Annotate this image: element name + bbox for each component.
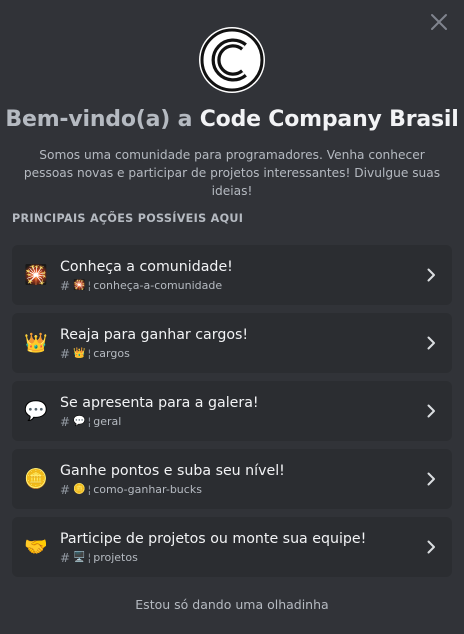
- action-title: Participe de projetos ou monte sua equip…: [60, 530, 367, 547]
- actions-list: 🎇 Conheça a comunidade! # 🎇 ¦ conheça-a-…: [12, 245, 452, 585]
- server-logo-icon: [199, 27, 265, 93]
- channel-name: projetos: [93, 550, 138, 564]
- action-title: Ganhe pontos e suba seu nível!: [60, 462, 285, 479]
- section-label: PRINCIPAIS AÇÕES POSSÍVEIS AQUI: [12, 212, 244, 225]
- channel-emoji: 👑: [73, 347, 86, 359]
- action-item-geral[interactable]: 💬 Se apresenta para a galera! # 💬 ¦ gera…: [12, 381, 452, 441]
- channel-name: cargos: [93, 346, 130, 360]
- channel-separator: ¦: [87, 346, 92, 360]
- channel-name: conheça-a-comunidade: [93, 278, 223, 292]
- hash-icon: #: [60, 414, 71, 429]
- action-item-cargos[interactable]: 👑 Reaja para ganhar cargos! # 👑 ¦ cargos: [12, 313, 452, 373]
- action-emoji: 🤝: [24, 536, 48, 558]
- channel-name: como-ganhar-bucks: [93, 482, 202, 496]
- channel-separator: ¦: [87, 482, 92, 496]
- channel-emoji: 🪙: [73, 483, 86, 495]
- action-item-projetos[interactable]: 🤝 Participe de projetos ou monte sua equ…: [12, 517, 452, 577]
- action-emoji: 🎇: [24, 264, 48, 286]
- chevron-right-icon: [422, 470, 440, 488]
- hash-icon: #: [60, 550, 71, 565]
- action-title: Se apresenta para a galera!: [60, 394, 259, 411]
- action-channel: # 💬 ¦ geral: [60, 415, 414, 429]
- hash-icon: #: [60, 278, 71, 293]
- channel-emoji: 🎇: [73, 279, 86, 291]
- channel-separator: ¦: [87, 550, 92, 564]
- welcome-title: Bem-vindo(a) a Code Company Brasil: [0, 107, 464, 132]
- server-name: Code Company Brasil: [199, 107, 459, 132]
- channel-separator: ¦: [87, 414, 92, 428]
- action-channel: # 🖥️ ¦ projetos: [60, 551, 414, 565]
- action-item-conheca-comunidade[interactable]: 🎇 Conheça a comunidade! # 🎇 ¦ conheça-a-…: [12, 245, 452, 305]
- action-item-ganhar-bucks[interactable]: 🪙 Ganhe pontos e suba seu nível! # 🪙 ¦ c…: [12, 449, 452, 509]
- chevron-right-icon: [422, 334, 440, 352]
- action-title: Reaja para ganhar cargos!: [60, 326, 249, 343]
- action-emoji: 🪙: [24, 468, 48, 490]
- action-emoji: 💬: [24, 400, 48, 422]
- close-icon[interactable]: [428, 11, 450, 33]
- action-emoji: 👑: [24, 332, 48, 354]
- chevron-right-icon: [422, 538, 440, 556]
- action-title: Conheça a comunidade!: [60, 258, 233, 275]
- action-channel: # 🪙 ¦ como-ganhar-bucks: [60, 483, 414, 497]
- action-channel: # 🎇 ¦ conheça-a-comunidade: [60, 279, 414, 293]
- hash-icon: #: [60, 346, 71, 361]
- welcome-prefix: Bem-vindo(a) a: [5, 107, 200, 132]
- hash-icon: #: [60, 482, 71, 497]
- channel-emoji: 💬: [73, 415, 86, 427]
- just-browsing-link[interactable]: Estou só dando uma olhadinha: [0, 597, 464, 612]
- channel-name: geral: [93, 414, 122, 428]
- chevron-right-icon: [422, 402, 440, 420]
- chevron-right-icon: [422, 266, 440, 284]
- server-description: Somos uma comunidade para programadores.…: [23, 148, 441, 198]
- channel-emoji: 🖥️: [73, 551, 86, 563]
- channel-separator: ¦: [87, 278, 92, 292]
- action-channel: # 👑 ¦ cargos: [60, 347, 414, 361]
